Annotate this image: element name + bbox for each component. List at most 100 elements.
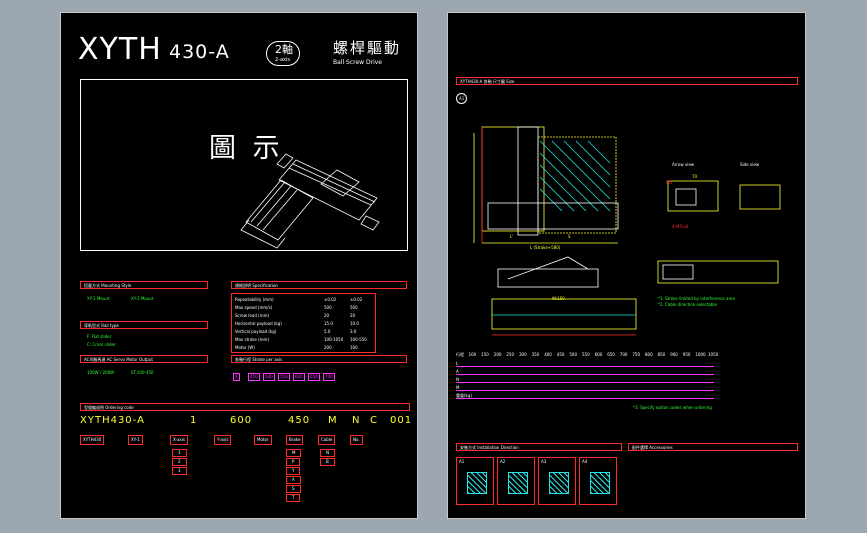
size-table-header: 800	[645, 352, 653, 357]
section-motor-label: AC伺服馬達 AC Servo Motor Output	[84, 357, 153, 362]
stroke-cell: 550	[278, 373, 290, 381]
install-mark: A2	[500, 459, 506, 464]
spec-row-y: 10.0	[350, 321, 359, 326]
size-table-header: 150	[481, 352, 489, 357]
section-ordering: 型號編成例 Ordering code	[80, 403, 410, 411]
accessories-label: 配件選擇 Accessories	[632, 445, 673, 450]
spec-row-label: Vertical payload (kg)	[235, 329, 277, 334]
size-table-header: 200	[493, 352, 502, 357]
size-table-header: 550	[582, 352, 590, 357]
section-rail: 導軌型式 Rail type	[80, 321, 208, 329]
dim-stroke: S	[568, 234, 571, 239]
option-mount-1: XY-1 Mount	[87, 296, 110, 301]
install-mark: A1	[459, 459, 465, 464]
spec-row-x: 200	[324, 345, 332, 350]
dim-length: L (Stroke+580)	[530, 245, 561, 250]
ordering-code-part: C	[370, 415, 378, 426]
stroke-cell: 450	[248, 373, 260, 381]
ordering-code-part: 600	[230, 415, 253, 426]
size-table-header: 850	[657, 352, 666, 357]
code-box: Brake	[286, 435, 304, 445]
spec-row-label: Max speed (mm/s)	[235, 305, 273, 310]
section-mounting: 搭載方式 Mounting Style	[80, 281, 208, 289]
code-option-c: N	[320, 449, 335, 457]
code-option-a: 2	[172, 458, 187, 466]
install-hatch	[590, 472, 610, 494]
size-table-header: 650	[607, 352, 615, 357]
ordering-code-part: 001	[390, 415, 413, 426]
option-mount-2: XY-2 Mount	[131, 296, 154, 301]
size-table-row-label: 重量(kg)	[456, 394, 714, 399]
ordering-code-part: XYTH430-A	[80, 415, 145, 426]
size-table-header: 750	[632, 352, 641, 357]
install-hatch	[467, 472, 487, 494]
section-stroke-label: 各軸行程 Stroke per axis	[235, 357, 283, 362]
spec-row-label: Screw lead (mm)	[235, 313, 270, 318]
section-install: 安裝方式 Installation Direction	[456, 443, 622, 451]
ordering-label: 型號編成例 Ordering code	[84, 405, 134, 410]
size-table-row-label: N	[456, 378, 714, 383]
ordering-code-part: N	[352, 415, 361, 426]
spec-row-y: ±0.02	[350, 297, 363, 302]
spec-row-x: 500	[324, 305, 332, 310]
ordering-code-part: M	[328, 415, 338, 426]
code-box: XYTH430	[80, 435, 105, 445]
spec-row-label: Max stroke (mm)	[235, 337, 270, 342]
install-mark: A3	[541, 459, 547, 464]
stroke-cell: 700	[323, 373, 335, 381]
dim-width: W:150	[552, 296, 565, 301]
size-table-header: 300	[519, 352, 527, 357]
spec-row-x: 15.0	[324, 321, 333, 326]
spec-row-x: ±0.02	[324, 297, 337, 302]
option-rail-c: C: Cross slider	[87, 342, 116, 347]
ordering-code-part: 450	[288, 415, 311, 426]
section-mounting-label: 搭載方式 Mounting Style	[84, 283, 132, 288]
option-rail-f: F: Flat slider	[87, 334, 112, 339]
code-option-b: M	[286, 449, 302, 457]
code-option-c: B	[320, 458, 335, 466]
size-table-header: 100	[468, 352, 477, 357]
drive-zh: 螺桿驅動	[333, 39, 402, 57]
install-box: A2	[497, 457, 535, 505]
spec-row-label: Motor (W)	[235, 345, 255, 350]
axis-sub: 2-axis	[275, 57, 291, 63]
section-motor: AC伺服馬達 AC Servo Motor Output	[80, 355, 208, 363]
size-table-header: 600	[594, 352, 603, 357]
size-table-header: 350	[531, 352, 540, 357]
install-hatch	[549, 472, 569, 494]
stroke-cell: X	[233, 373, 240, 381]
size-table-header: 450	[556, 352, 565, 357]
code-option-a: 3	[172, 467, 187, 475]
axis-badge: 2軸 2-axis	[266, 41, 300, 66]
install-label: 安裝方式 Installation Direction	[460, 445, 519, 450]
code-box: Motor	[254, 435, 272, 445]
note-2: *2. Cable direction selectable	[658, 302, 717, 307]
axis-count: 2軸	[275, 43, 293, 56]
option-motor: 100W / 200W	[87, 370, 115, 375]
size-table-header: 400	[544, 352, 552, 357]
code-option-a: 1	[172, 449, 187, 457]
spec-row-label: Repeatability (mm)	[235, 297, 274, 302]
view-arrow: Arrow view	[672, 162, 695, 167]
code-option-b: T	[286, 494, 301, 502]
spec-row-y: 100	[350, 345, 358, 350]
code-box: Cable	[318, 435, 336, 445]
section-spec: 規格說明 Specification	[231, 281, 407, 289]
size-table-row-label: A	[456, 370, 714, 375]
install-mark: A4	[582, 459, 588, 464]
dim-length-prime: L'	[510, 234, 514, 239]
model-name: XYTH	[78, 32, 162, 67]
code-option-b: P	[286, 458, 301, 466]
size-table: 行程 100 150 200 250 300 350 400 450 500 550 600 650 70…	[456, 352, 718, 401]
code-box: Y-axis	[214, 435, 232, 445]
install-box: A4	[579, 457, 617, 505]
left-sheet: XYTH 430-A 2軸 2-axis 螺桿驅動 Ball Screw Dri…	[60, 12, 418, 519]
code-box: No.	[350, 435, 363, 445]
option-stroke: ST:100-450	[131, 370, 154, 375]
note-1: *1. Stroke limited by interference area	[658, 296, 735, 301]
size-table-header: 行程	[456, 352, 464, 357]
spec-row-x: 5.0	[324, 329, 331, 334]
code-option-b: A	[286, 476, 301, 484]
size-table-row-label: L	[456, 362, 714, 367]
size-table-header: 900	[670, 352, 678, 357]
